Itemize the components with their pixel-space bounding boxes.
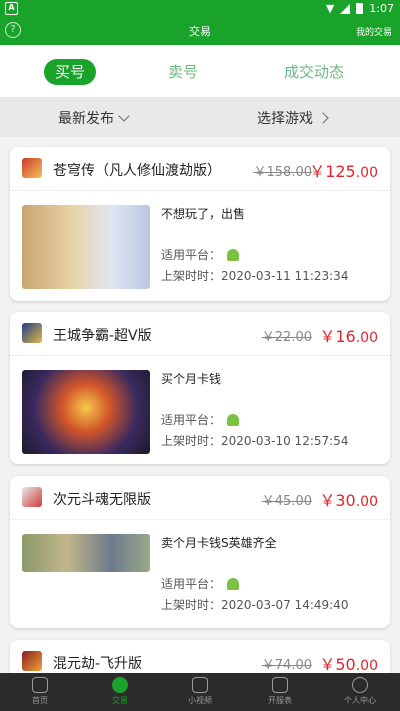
listing-card[interactable]: 王城争霸-超V版 ￥22.00 ￥16.00 买个月卡钱 适用平台： 上架时时：… xyxy=(10,312,390,464)
sale-price-integer: ￥125 xyxy=(309,162,356,181)
select-game-filter[interactable]: 选择游戏 xyxy=(257,108,329,128)
filter-bar: 最新发布 选择游戏 xyxy=(0,97,400,137)
wifi-icon: ▼ xyxy=(325,2,335,15)
nav-label: 首页 xyxy=(32,696,48,705)
game-icon xyxy=(22,323,42,343)
app-bar: ? 交易 我的交易 xyxy=(0,18,400,45)
bottom-nav: 首页 交易 小视频 开服表 个人中心 xyxy=(0,673,400,711)
android-icon xyxy=(227,413,240,426)
tab-deals[interactable]: 成交动态 xyxy=(284,59,344,85)
listing-description: 卖个月卡钱S英雄齐全 xyxy=(161,536,277,550)
nav-trade[interactable]: 交易 xyxy=(80,673,160,711)
page-title: 交易 xyxy=(189,25,211,38)
my-trades-link[interactable]: 我的交易 xyxy=(356,25,392,38)
game-name: 混元劫-飞升版 xyxy=(53,656,143,672)
nav-label: 开服表 xyxy=(268,696,292,705)
original-price: ￥158.00 xyxy=(253,165,313,180)
listing-card[interactable]: 苍穹传（凡人修仙渡劫版） ￥158.00 ￥125.00 不想玩了，出售 适用平… xyxy=(10,147,390,301)
sale-price-decimal: .00 xyxy=(355,494,378,510)
platform-row: 适用平台： xyxy=(161,246,240,263)
original-price: ￥74.00 xyxy=(261,658,312,673)
listing-card[interactable]: 次元斗魂无限版 ￥45.00 ￥30.00 卖个月卡钱S英雄齐全 适用平台： 上… xyxy=(10,476,390,628)
nav-video[interactable]: 小视频 xyxy=(160,673,240,711)
select-game-label: 选择游戏 xyxy=(257,111,313,127)
battery-icon xyxy=(356,3,364,14)
nav-home[interactable]: 首页 xyxy=(0,673,80,711)
sale-price-integer: ￥16 xyxy=(319,327,356,346)
gamepad-icon xyxy=(32,677,48,693)
sale-price-decimal: .00 xyxy=(355,658,378,674)
listing-thumbnail xyxy=(22,534,150,572)
game-icon xyxy=(22,487,42,507)
platform-row: 适用平台： xyxy=(161,575,240,592)
sale-price-integer: ￥50 xyxy=(319,655,356,674)
original-price: ￥22.00 xyxy=(261,330,312,345)
nav-label: 个人中心 xyxy=(344,696,376,705)
platform-label: 适用平台： xyxy=(161,413,222,427)
tab-bar: 买号 卖号 成交动态 xyxy=(0,45,400,97)
chevron-down-icon xyxy=(118,110,130,122)
video-icon xyxy=(192,677,208,693)
android-icon xyxy=(227,577,240,590)
tab-sell[interactable]: 卖号 xyxy=(168,59,198,85)
game-name: 王城争霸-超V版 xyxy=(53,328,152,344)
signal-icon xyxy=(340,3,351,14)
listing-thumbnail xyxy=(22,205,150,289)
game-name: 苍穹传（凡人修仙渡劫版） xyxy=(53,163,221,179)
sale-price-decimal: .00 xyxy=(355,165,378,181)
sale-price: ￥50.00 xyxy=(319,651,378,675)
latest-filter[interactable]: 最新发布 xyxy=(58,108,130,128)
platform-row: 适用平台： xyxy=(161,411,240,428)
listing-thumbnail xyxy=(22,370,150,454)
nav-server-list[interactable]: 开服表 xyxy=(240,673,320,711)
game-icon xyxy=(22,651,42,671)
server-icon xyxy=(272,677,288,693)
platform-label: 适用平台： xyxy=(161,248,222,262)
person-icon xyxy=(352,677,368,693)
sale-price-decimal: .00 xyxy=(355,330,378,346)
listing-time: 上架时时：2020-03-11 11:23:34 xyxy=(161,269,349,283)
tab-buy[interactable]: 买号 xyxy=(44,59,97,85)
nav-label: 小视频 xyxy=(188,696,212,705)
listing-time: 上架时时：2020-03-07 14:49:40 xyxy=(161,598,349,612)
android-icon xyxy=(227,248,240,261)
clock: 1:07 xyxy=(369,2,394,15)
status-bar: A ▼ 1:07 xyxy=(0,0,400,18)
sale-price-integer: ￥30 xyxy=(319,491,356,510)
sale-price: ￥125.00 xyxy=(309,158,378,182)
listing-time: 上架时时：2020-03-10 12:57:54 xyxy=(161,434,349,448)
sale-price: ￥30.00 xyxy=(319,487,378,511)
sale-price: ￥16.00 xyxy=(319,323,378,347)
nav-label: 交易 xyxy=(112,696,128,705)
original-price: ￥45.00 xyxy=(261,494,312,509)
latest-filter-label: 最新发布 xyxy=(58,111,114,127)
platform-label: 适用平台： xyxy=(161,577,222,591)
chevron-right-icon xyxy=(317,112,329,124)
listing-description: 不想玩了，出售 xyxy=(161,207,246,221)
trade-icon xyxy=(112,677,128,693)
nav-profile[interactable]: 个人中心 xyxy=(320,673,400,711)
game-name: 次元斗魂无限版 xyxy=(53,492,151,508)
listing-description: 买个月卡钱 xyxy=(161,372,222,386)
game-icon xyxy=(22,158,42,178)
app-notification-icon: A xyxy=(5,2,18,15)
